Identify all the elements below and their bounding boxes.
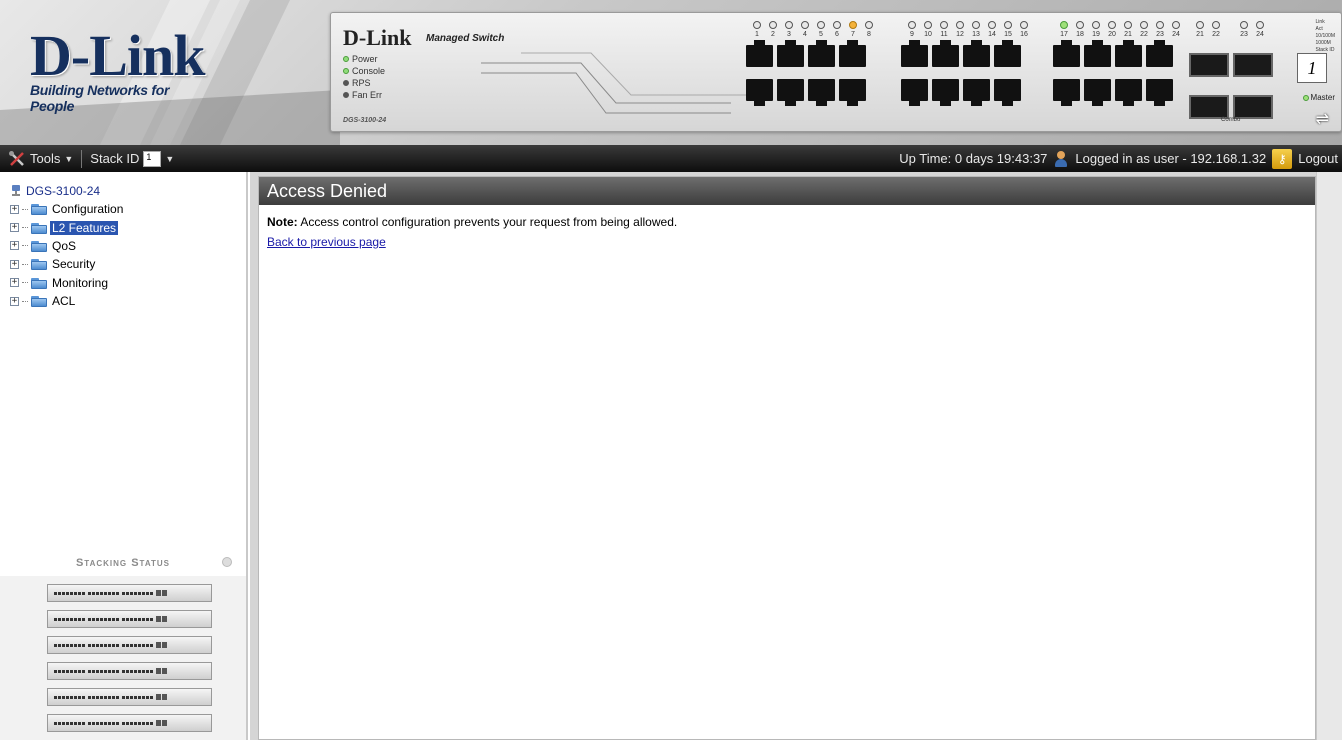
led-icon — [343, 68, 349, 74]
folder-icon — [31, 258, 47, 271]
device-icon — [12, 185, 20, 196]
tree-root[interactable]: DGS-3100-24 — [10, 182, 125, 200]
tools-icon — [9, 150, 24, 166]
uptime-text: Up Time: 0 days 19:43:37 — [899, 151, 1048, 166]
expand-icon[interactable]: + — [10, 296, 19, 306]
access-note: Note: Access control configuration preve… — [267, 215, 1307, 229]
logged-in-text: Logged in as user - 192.168.1.32 — [1075, 151, 1267, 166]
note-text: Access control configuration prevents yo… — [300, 215, 678, 229]
sidebar-item-qos[interactable]: + QoS — [10, 237, 125, 255]
expand-icon[interactable]: + — [10, 204, 19, 214]
port-leds: 1 2 3 4 5 6 7 8 — [752, 21, 874, 39]
folder-icon — [31, 295, 47, 308]
logo-text: D-Link — [30, 23, 206, 88]
sidebar-item-label[interactable]: Monitoring — [50, 276, 110, 290]
stack-unit[interactable] — [47, 714, 212, 732]
banner: D-Link Building Networks for People D-Li… — [0, 0, 1342, 145]
back-link[interactable]: Back to previous page — [267, 235, 386, 249]
sidebar-item-monitoring[interactable]: + Monitoring — [10, 274, 125, 292]
sidebar-item-l2-features[interactable]: + L2 Features — [10, 218, 125, 236]
tools-label: Tools — [30, 151, 61, 166]
rj45-ports — [1053, 40, 1181, 106]
folder-icon — [31, 240, 47, 252]
stack-unit[interactable] — [47, 636, 212, 654]
sidebar-item-label[interactable]: Security — [50, 257, 97, 271]
nav-tree: DGS-3100-24 + Configuration + L2 Feature… — [10, 182, 125, 310]
sidebar-item-label[interactable]: Configuration — [50, 202, 125, 216]
sidebar-item-acl[interactable]: + ACL — [10, 292, 125, 310]
port-group-3: 17 18 19 20 21 22 23 24 — [1053, 21, 1181, 113]
folder-icon — [31, 277, 47, 289]
dlink-logo: D-Link Building Networks for People — [30, 23, 210, 115]
led-console: Console — [343, 65, 385, 77]
stack-arrows-icon: ⇌ — [1315, 111, 1329, 128]
app-window: D-Link Building Networks for People D-Li… — [0, 0, 1342, 740]
key-icon[interactable]: ⚷ — [1272, 148, 1293, 169]
expand-icon[interactable]: + — [10, 223, 19, 233]
expand-icon[interactable]: + — [10, 278, 19, 288]
stacking-status-list — [0, 576, 246, 740]
switch-model-number: DGS-3100-24 — [343, 117, 387, 124]
logout-button[interactable]: Logout — [1298, 151, 1338, 166]
sfp-ports-b — [1233, 53, 1273, 137]
page-title: Access Denied — [259, 177, 1315, 205]
chevron-down-icon[interactable]: ▼ — [165, 154, 174, 164]
stack-id-selector[interactable]: Stack ID 1 ▼ — [82, 145, 182, 172]
main-content: Access Denied Note: Access control confi… — [250, 172, 1342, 740]
expand-icon[interactable]: + — [10, 259, 19, 269]
sidebar-item-configuration[interactable]: + Configuration — [10, 200, 125, 218]
scroll-area — [1316, 172, 1342, 740]
content-body: Note: Access control configuration preve… — [259, 205, 1315, 259]
sidebar-item-label[interactable]: QoS — [50, 239, 78, 253]
content-panel: Access Denied Note: Access control confi… — [258, 176, 1316, 740]
system-leds: Power Console RPS Fan Err — [343, 53, 385, 101]
stack-unit[interactable] — [47, 662, 212, 680]
sidebar-item-security[interactable]: + Security — [10, 255, 125, 273]
tree-root-label[interactable]: DGS-3100-24 — [26, 184, 100, 198]
port-group-2: 9 10 11 12 13 14 15 16 — [901, 21, 1029, 113]
stack-id-value[interactable]: 1 — [143, 150, 162, 167]
led-icon — [343, 92, 349, 98]
combo-ports-a: 21 22 — [1189, 21, 1221, 39]
sidebar-item-label[interactable]: ACL — [50, 294, 77, 308]
led-legend: Link Act 10/100M 1000M Stack ID — [1315, 19, 1335, 53]
rj45-ports — [746, 40, 874, 106]
port-group-1: 1 2 3 4 5 6 7 8 — [746, 21, 874, 113]
sfp-ports-a — [1189, 53, 1229, 137]
top-toolbar: Tools ▼ Stack ID 1 ▼ Up Time: 0 days 19:… — [0, 145, 1342, 172]
refresh-icon[interactable] — [222, 557, 232, 567]
sidebar: DGS-3100-24 + Configuration + L2 Feature… — [0, 172, 248, 740]
master-indicator: Master — [1302, 93, 1335, 102]
combo-label: Combo — [1221, 117, 1241, 123]
switch-brand: D-Link — [343, 25, 412, 50]
led-icon — [1302, 94, 1309, 101]
stack-unit[interactable] — [47, 610, 212, 628]
led-icon — [343, 56, 349, 62]
led-rps: RPS — [343, 77, 385, 89]
switch-front-panel: D-Link Managed Switch Power Console RPS … — [330, 12, 1342, 132]
stacking-status-title: Stacking Status — [75, 557, 171, 569]
user-icon — [1053, 150, 1069, 168]
note-prefix: Note: — [267, 215, 298, 229]
port-leds: 17 18 19 20 21 22 23 24 — [1059, 21, 1181, 39]
sidebar-item-label[interactable]: L2 Features — [50, 220, 119, 235]
stack-unit[interactable] — [47, 584, 212, 602]
stacking-status-header: Stacking Status — [0, 552, 246, 574]
stack-unit[interactable] — [47, 688, 212, 706]
rj45-ports — [901, 40, 1029, 106]
switch-model-tag: Managed Switch — [426, 33, 505, 44]
led-fan-err: Fan Err — [343, 89, 385, 101]
port-leds: 9 10 11 12 13 14 15 16 — [907, 21, 1029, 39]
panel-decoration — [481, 52, 761, 114]
folder-icon — [31, 222, 47, 234]
tools-menu[interactable]: Tools ▼ — [0, 145, 81, 172]
stack-id-display: 1 — [1297, 53, 1327, 83]
combo-ports-b: 23 24 — [1233, 21, 1265, 39]
expand-icon[interactable]: + — [10, 241, 19, 251]
chevron-down-icon: ▼ — [64, 153, 74, 164]
led-power: Power — [343, 53, 385, 65]
folder-icon — [31, 203, 47, 216]
stack-id-label: Stack ID — [90, 151, 140, 166]
led-icon — [343, 80, 349, 86]
